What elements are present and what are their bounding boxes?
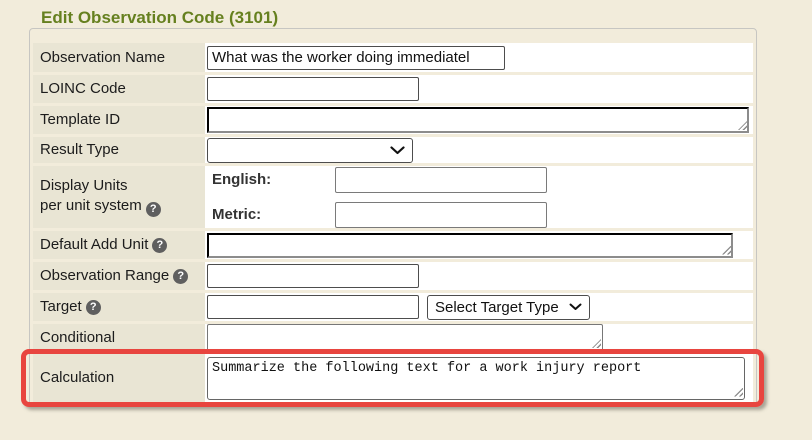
observation-range-label: Observation Range? [33, 262, 205, 290]
row-loinc-code: LOINC Code [33, 75, 753, 103]
form-rows: Observation Name LOINC Code Template ID [33, 43, 753, 402]
default-add-unit-label: Default Add Unit? [33, 231, 205, 259]
chevron-down-icon [390, 146, 405, 155]
metric-units-input[interactable] [335, 202, 547, 228]
observation-name-label: Observation Name [33, 43, 205, 72]
english-units-label: English: [207, 171, 335, 188]
help-icon[interactable]: ? [152, 238, 167, 253]
observation-name-input[interactable] [207, 46, 505, 70]
page-title: Edit Observation Code (3101) [36, 8, 283, 28]
row-observation-range: Observation Range? [33, 262, 753, 290]
calculation-textarea[interactable]: Summarize the following text for a work … [207, 357, 745, 400]
row-default-add-unit: Default Add Unit? [33, 231, 753, 259]
help-icon[interactable]: ? [146, 202, 161, 217]
row-display-units: Display Units per unit system? English: … [33, 166, 753, 228]
target-input[interactable] [207, 295, 419, 319]
conditional-textarea[interactable] [207, 324, 603, 351]
loinc-code-input[interactable] [207, 77, 419, 101]
target-type-select[interactable]: Select Target Type [427, 295, 590, 320]
english-units-input[interactable] [335, 167, 547, 193]
result-type-select[interactable] [207, 138, 413, 163]
target-type-selected-value: Select Target Type [435, 299, 559, 316]
help-icon[interactable]: ? [173, 269, 188, 284]
default-add-unit-textarea[interactable] [207, 233, 733, 258]
template-id-label: Template ID [33, 106, 205, 134]
observation-range-input[interactable] [207, 264, 419, 288]
help-icon[interactable]: ? [86, 300, 101, 315]
result-type-label: Result Type [33, 137, 205, 163]
edit-observation-code-panel: Observation Name LOINC Code Template ID [29, 28, 757, 406]
calculation-label: Calculation [33, 354, 205, 402]
row-template-id: Template ID [33, 106, 753, 134]
conditional-label: Conditional [33, 324, 205, 351]
template-id-textarea[interactable] [207, 107, 749, 133]
display-units-label: Display Units per unit system? [33, 166, 205, 228]
target-label: Target? [33, 293, 205, 321]
loinc-code-label: LOINC Code [33, 75, 205, 103]
row-observation-name: Observation Name [33, 43, 753, 72]
row-target: Target? Select Target Type [33, 293, 753, 321]
metric-units-label: Metric: [207, 206, 335, 223]
row-conditional: Conditional [33, 324, 753, 351]
row-calculation: Calculation Summarize the following text… [33, 354, 753, 402]
chevron-down-icon [569, 303, 582, 311]
row-result-type: Result Type [33, 137, 753, 163]
